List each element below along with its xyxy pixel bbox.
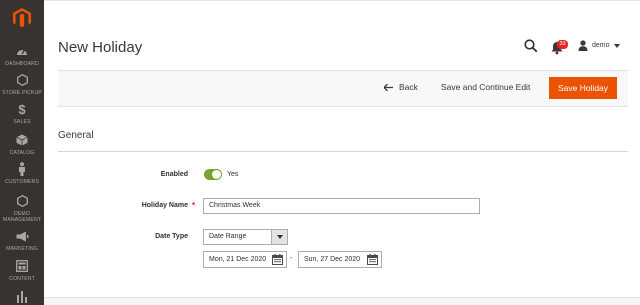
sidebar-item-label: STORE PICKUP [2,90,42,96]
search-icon [524,39,538,53]
section-divider [58,151,628,152]
required-asterisk: * [192,201,196,210]
date-to-calendar-button[interactable] [367,254,378,265]
sidebar-item-label: DEMO MANAGEMENT [2,211,42,223]
holiday-name-input[interactable]: Christmas Week [203,198,480,214]
save-holiday-button[interactable]: Save Holiday [549,77,617,99]
hexagon-icon [16,194,28,208]
bar-chart-icon [16,289,28,303]
date-type-select[interactable]: Date Range [203,229,288,245]
holiday-name-label: Holiday Name [141,202,188,209]
page-actions-bar [58,70,628,107]
sidebar-item-store-pickup[interactable]: STORE PICKUP [0,73,44,96]
sidebar-item-dashboard[interactable]: DASHBOARD [0,44,44,67]
user-account-menu[interactable]: demo [578,40,620,51]
chevron-down-icon [613,43,620,48]
dollar-icon: $ [18,101,26,117]
magento-logo-icon [13,8,31,28]
sidebar-item-content[interactable]: CONTENT [0,259,44,282]
sidebar-item-marketing[interactable]: MARKETING [0,229,44,252]
magento-logo[interactable] [0,0,44,36]
page-title: New Holiday [58,39,143,56]
sidebar-item-customers[interactable]: CUSTOMERS [0,162,44,185]
date-from-value: Mon, 21 Dec 2020 [209,256,267,263]
sidebar-item-label: CUSTOMERS [5,179,39,185]
date-to-value: Sun, 27 Dec 2020 [304,256,361,263]
section-title-general: General [58,130,94,141]
user-icon [578,40,588,51]
toggle-knob [212,170,221,179]
hexagon-icon [16,73,28,87]
date-from-input[interactable]: Mon, 21 Dec 2020 [203,251,287,268]
sidebar-item-label: DASHBOARD [5,61,39,67]
enabled-toggle[interactable] [204,169,222,180]
back-button-label: Back [399,82,418,92]
top-divider [44,0,640,1]
sidebar-item-reports[interactable] [0,289,44,305]
date-type-selected-value: Date Range [209,233,247,240]
enabled-value-text: Yes [227,171,239,178]
layout-icon [16,259,28,273]
sidebar-item-demo-management[interactable]: DEMO MANAGEMENT [0,194,44,223]
save-and-continue-button[interactable]: Save and Continue Edit [441,82,530,92]
sidebar-item-label: SALES [13,119,31,125]
date-range-separator: - [290,255,293,262]
megaphone-icon [16,229,29,243]
person-icon [18,162,26,176]
enabled-label: Enabled [160,171,188,178]
calendar-icon [272,254,283,265]
sidebar-item-label: MARKETING [6,246,38,252]
user-name: demo [592,42,610,49]
cube-icon [16,133,28,147]
arrow-left-icon [384,83,393,91]
sidebar-item-label: CONTENT [9,276,35,282]
speedometer-icon [16,44,28,58]
calendar-icon [367,254,378,265]
back-button[interactable]: Back [384,82,418,92]
chevron-down-icon [276,235,283,239]
global-search-button[interactable] [524,39,538,53]
next-section-strip [44,298,640,305]
sidebar-item-label: CATALOG [9,150,35,156]
date-type-label: Date Type [155,233,188,240]
date-to-input[interactable]: Sun, 27 Dec 2020 [298,251,382,268]
notifications-count-badge: 33 [557,40,568,49]
sidebar-item-catalog[interactable]: CATALOG [0,133,44,156]
date-from-calendar-button[interactable] [272,254,283,265]
select-arrow [271,230,287,244]
admin-sidebar: DASHBOARD STORE PICKUP $ SALES CATALOG C… [0,0,44,305]
sidebar-item-sales[interactable]: $ SALES [0,101,44,126]
